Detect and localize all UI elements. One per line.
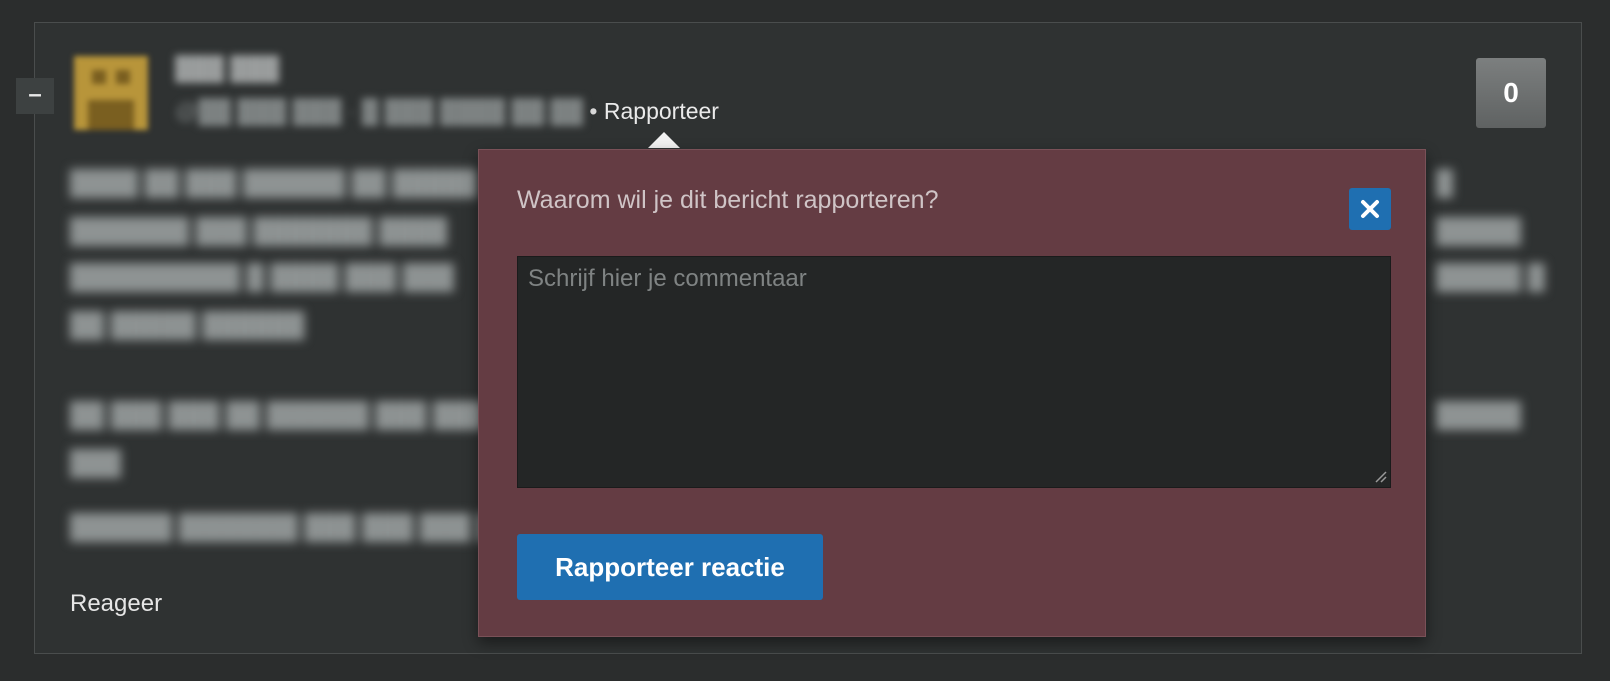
comment-body-line: ██ ███ ███ ██ ██████ ███ ███	[70, 402, 485, 429]
report-link[interactable]: Rapporteer	[604, 98, 719, 124]
comment-username[interactable]: ███ ███	[175, 55, 279, 82]
comment-body-line: ██████ ███████ ███ ███ ███ ██	[70, 514, 512, 541]
comment-body-line: ██████████ █ ████ ███ ███	[70, 264, 454, 291]
submit-report-button[interactable]: Rapporteer reactie	[517, 534, 823, 600]
resize-handle-icon[interactable]	[1372, 468, 1388, 484]
comment-body-line: ███████ ███ ███████ ████	[70, 218, 448, 245]
comment-body-line-right: █████	[1436, 402, 1522, 429]
comment-meta: @██ ███ ███ · █ ███ ████ ██:██ • Rapport…	[175, 98, 719, 125]
collapse-button[interactable]: –	[16, 78, 54, 114]
popover-title: Waarom wil je dit bericht rapporteren?	[517, 186, 939, 214]
meta-separator: •	[583, 98, 604, 124]
comment-timestamp: @██ ███ ███ · █ ███ ████ ██:██	[175, 98, 584, 124]
comment-body-line: ███	[70, 450, 122, 477]
comment-body-line-right: █	[1436, 170, 1454, 197]
avatar[interactable]	[74, 56, 148, 130]
vote-count-button[interactable]: 0	[1476, 58, 1546, 128]
report-popover: Waarom wil je dit bericht rapporteren? R…	[478, 149, 1426, 637]
comment-body-line-right: █████	[1436, 218, 1522, 245]
close-button[interactable]	[1349, 188, 1391, 230]
popover-arrow	[648, 132, 680, 148]
comment-body-line: ████ ██ ███ ██████ ██ █████	[70, 170, 478, 197]
close-icon	[1361, 200, 1379, 218]
comment-body-line-right: █████ █	[1436, 264, 1545, 291]
comment-body-line: ██ █████ ██████	[70, 312, 305, 339]
comment-textarea[interactable]	[517, 256, 1391, 488]
reply-link[interactable]: Reageer	[70, 590, 162, 618]
